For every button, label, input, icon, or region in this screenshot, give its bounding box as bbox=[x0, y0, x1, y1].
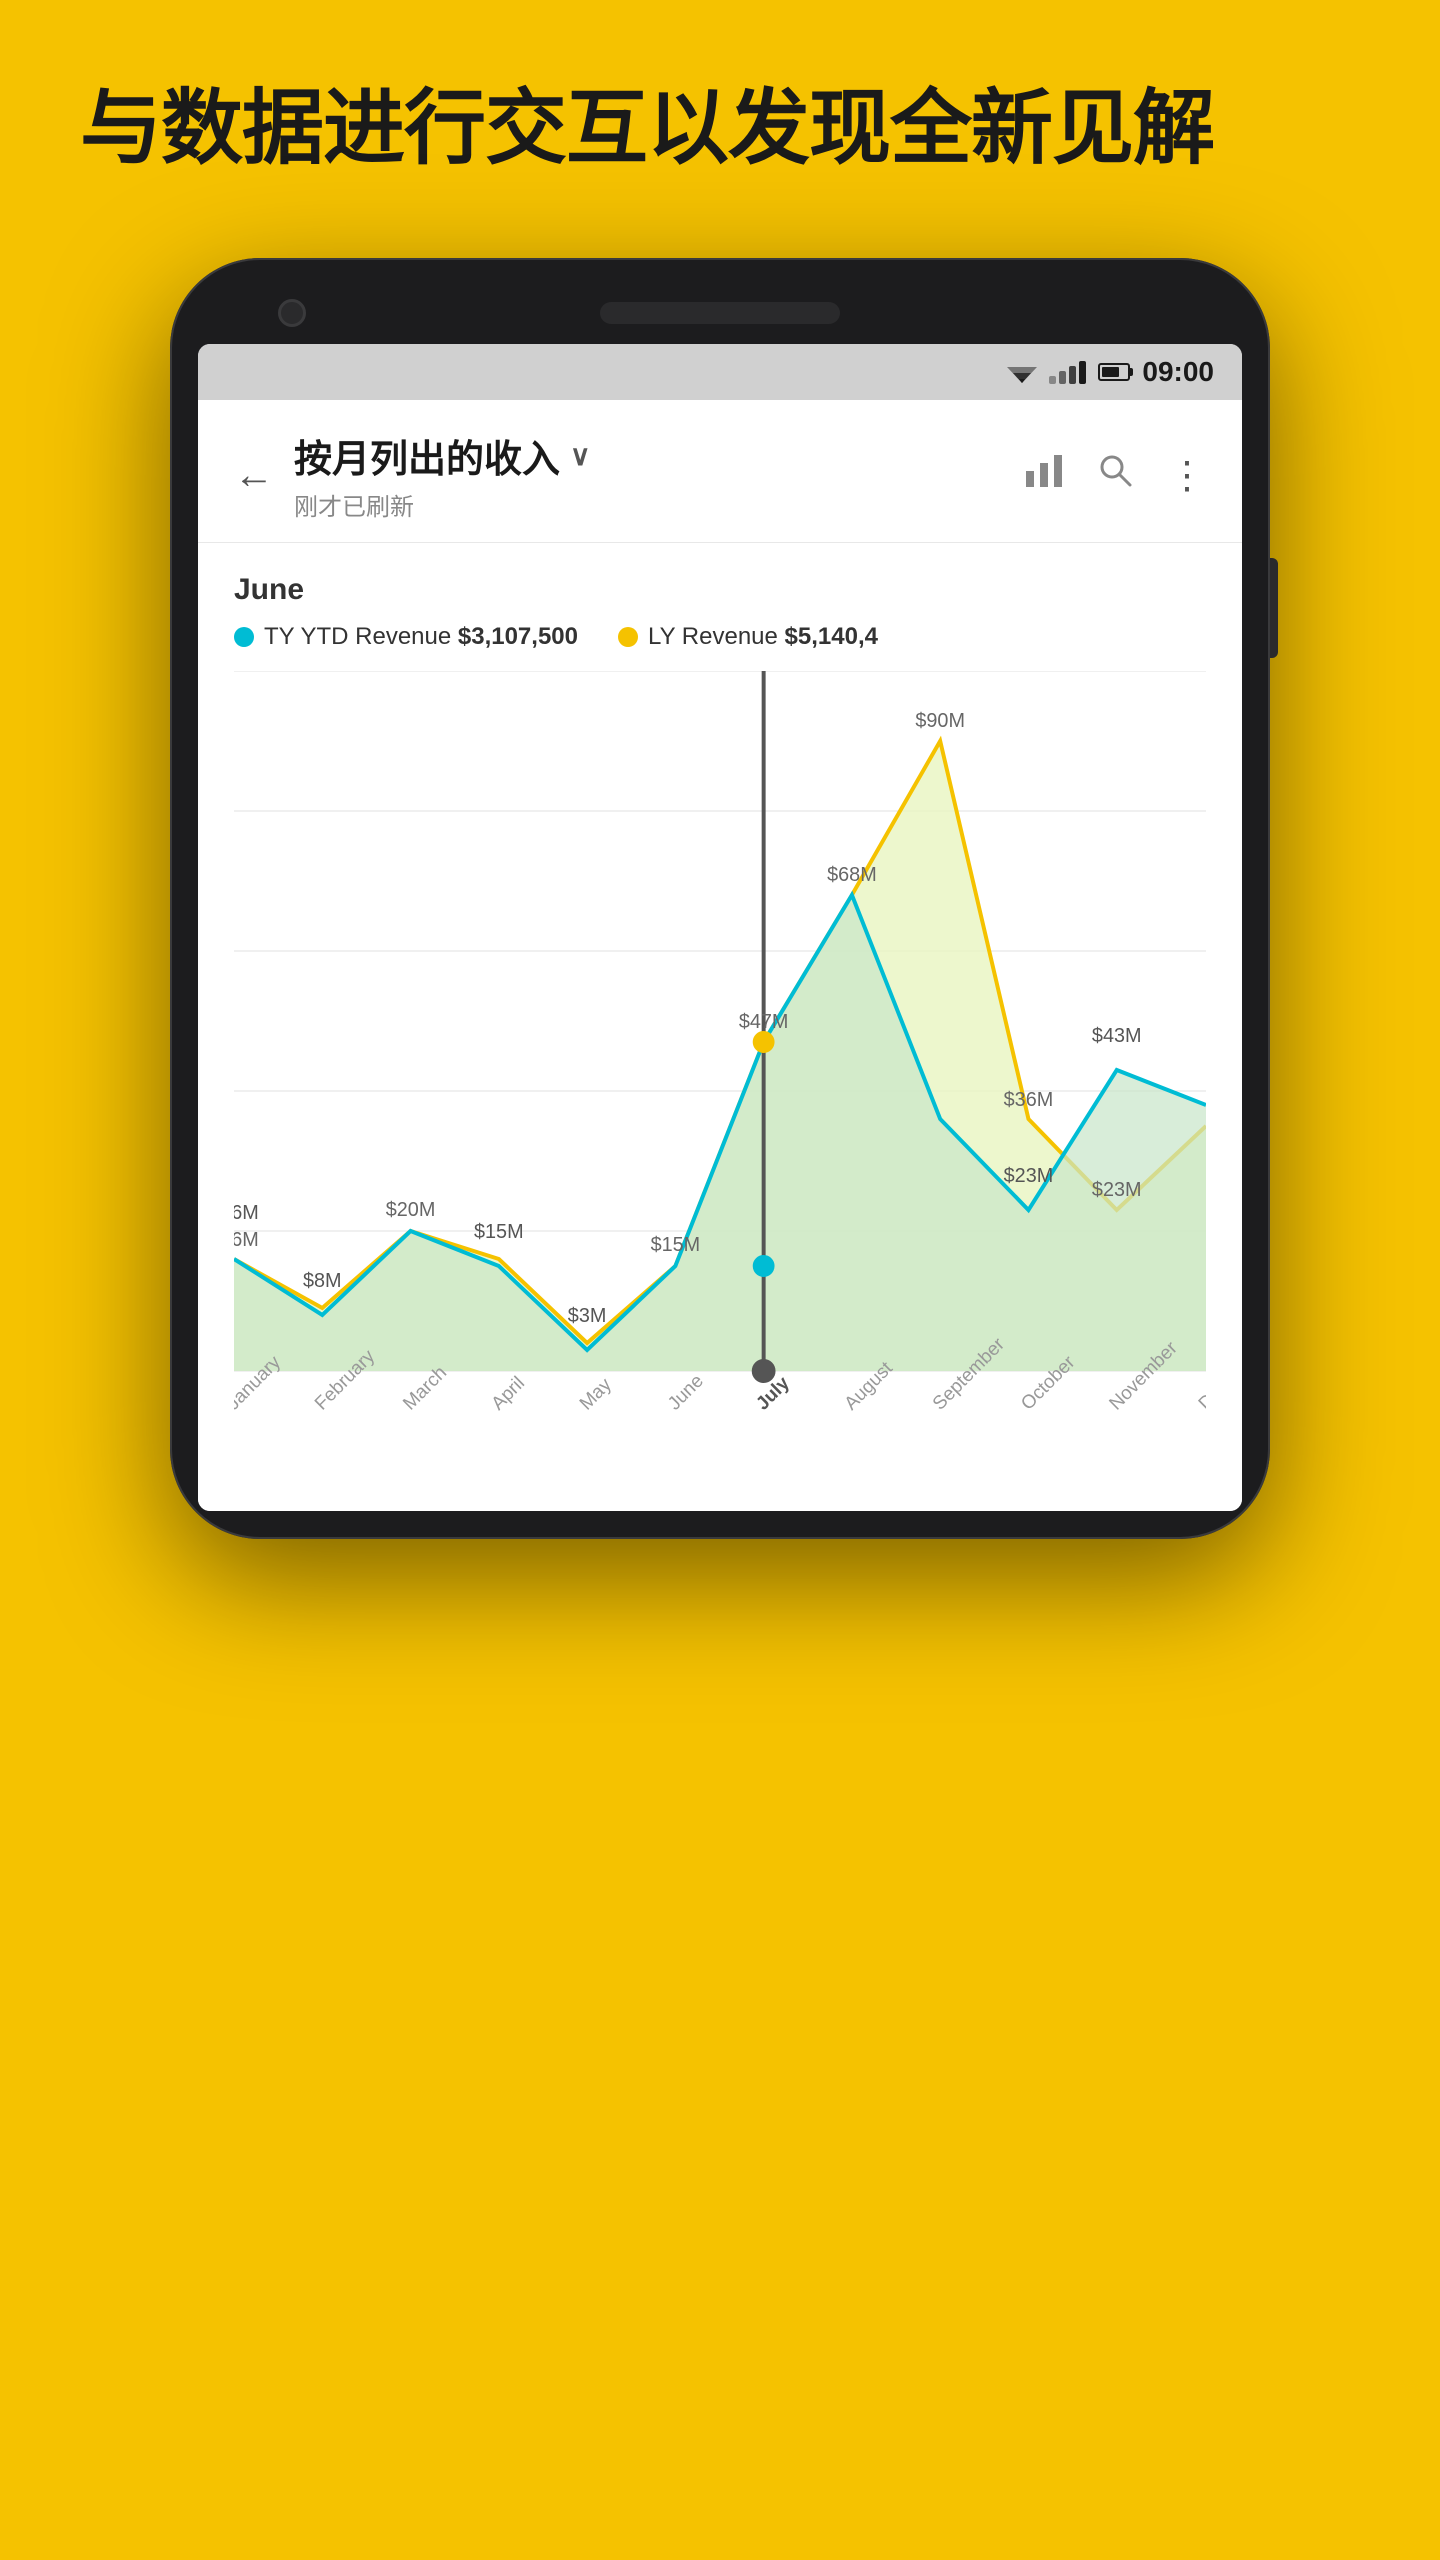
wifi-icon bbox=[1007, 361, 1037, 383]
july-dot-ly bbox=[754, 1032, 774, 1052]
svg-text:$90M: $90M bbox=[915, 710, 965, 732]
svg-text:June: June bbox=[664, 1371, 708, 1415]
svg-text:$36M: $36M bbox=[1004, 1089, 1054, 1111]
svg-text:$23M: $23M bbox=[1004, 1165, 1054, 1187]
july-dot-ty bbox=[754, 1256, 774, 1276]
page-headline: 与数据进行交互以发现全新见解 bbox=[0, 0, 1440, 238]
svg-text:$20M: $20M bbox=[386, 1199, 436, 1221]
phone-mockup: 09:00 ← 按月列出的收入 ∨ 刚才已刷新 bbox=[170, 258, 1270, 1539]
legend-item-ty: TY YTD Revenue $3,107,500 bbox=[234, 623, 578, 651]
status-bar: 09:00 bbox=[198, 344, 1242, 400]
svg-text:$16M: $16M bbox=[234, 1202, 259, 1224]
phone-screen: 09:00 ← 按月列出的收入 ∨ 刚才已刷新 bbox=[198, 344, 1242, 1511]
signal-icon bbox=[1049, 361, 1086, 384]
legend-label-ly: LY Revenue $5,140,4 bbox=[648, 623, 878, 651]
phone-top-bar bbox=[198, 286, 1242, 344]
ty-area bbox=[234, 895, 1206, 1371]
svg-text:$43M: $43M bbox=[1092, 1025, 1142, 1047]
svg-text:$15M: $15M bbox=[651, 1234, 701, 1256]
chart-legend: TY YTD Revenue $3,107,500 LY Revenue $5,… bbox=[234, 623, 1206, 651]
chart-svg: $0M $20M $40M $60M $80M $100M bbox=[234, 671, 1206, 1491]
chart-month-label: June bbox=[234, 573, 1206, 607]
svg-text:$3M: $3M bbox=[568, 1305, 607, 1327]
legend-dot-ly bbox=[618, 627, 638, 647]
side-button bbox=[1270, 558, 1278, 658]
search-icon[interactable] bbox=[1098, 453, 1132, 497]
speaker bbox=[600, 302, 840, 324]
svg-text:April: April bbox=[488, 1373, 529, 1415]
svg-text:$15M: $15M bbox=[474, 1221, 524, 1243]
svg-text:$16M: $16M bbox=[234, 1229, 259, 1251]
more-options-icon[interactable]: ⋮ bbox=[1168, 453, 1206, 498]
svg-text:$23M: $23M bbox=[1092, 1179, 1142, 1201]
camera bbox=[278, 299, 306, 327]
svg-text:$47M: $47M bbox=[739, 1011, 789, 1033]
app-header: ← 按月列出的收入 ∨ 刚才已刷新 bbox=[198, 400, 1242, 543]
back-button[interactable]: ← bbox=[234, 453, 274, 498]
legend-item-ly: LY Revenue $5,140,4 bbox=[618, 623, 878, 651]
chart-container: $0M $20M $40M $60M $80M $100M bbox=[234, 671, 1206, 1491]
app-subtitle: 刚才已刷新 bbox=[294, 487, 591, 522]
dropdown-arrow-icon[interactable]: ∨ bbox=[570, 439, 591, 472]
svg-text:May: May bbox=[576, 1374, 616, 1415]
app-title-text: 按月列出的收入 bbox=[294, 428, 560, 483]
svg-text:$8M: $8M bbox=[303, 1270, 342, 1292]
chart-section: June TY YTD Revenue $3,107,500 LY Revenu… bbox=[198, 543, 1242, 1511]
legend-dot-ty bbox=[234, 627, 254, 647]
svg-text:$68M: $68M bbox=[827, 864, 877, 886]
status-time: 09:00 bbox=[1142, 356, 1214, 388]
legend-label-ty: TY YTD Revenue $3,107,500 bbox=[264, 623, 578, 651]
chart-icon[interactable] bbox=[1026, 454, 1062, 497]
battery-icon bbox=[1098, 363, 1130, 381]
